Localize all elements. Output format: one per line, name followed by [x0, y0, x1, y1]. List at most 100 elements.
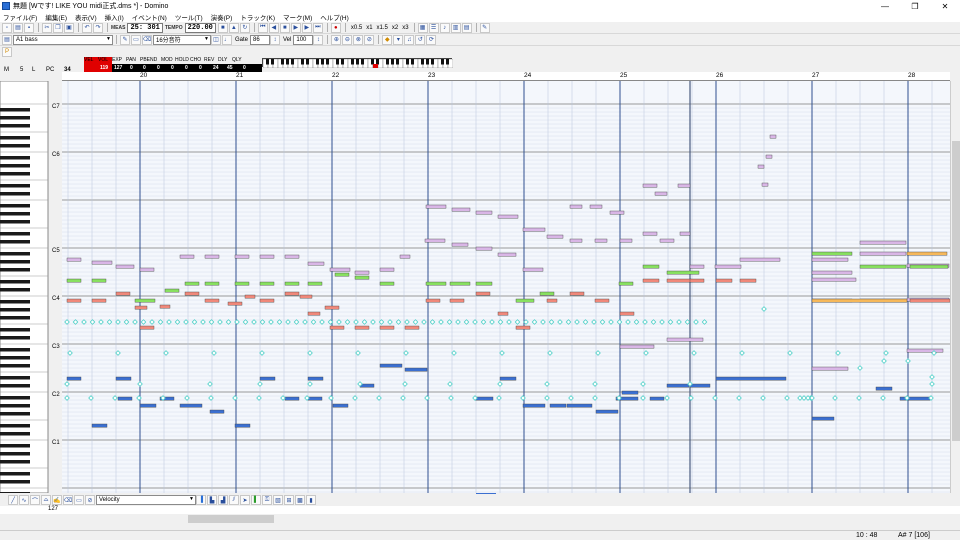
bass-note[interactable]: [689, 383, 711, 388]
new-file-icon[interactable]: ▫: [2, 22, 12, 33]
undo-icon[interactable]: ↶: [82, 22, 92, 33]
black-key[interactable]: [0, 240, 30, 244]
chord-note[interactable]: [91, 260, 113, 265]
chord-note[interactable]: [451, 242, 469, 247]
green-note[interactable]: [642, 264, 660, 269]
chord-note[interactable]: [769, 134, 777, 139]
chord-note[interactable]: [569, 238, 583, 243]
green-note[interactable]: [204, 281, 220, 286]
black-key[interactable]: [0, 308, 30, 312]
mini-black-key[interactable]: [341, 59, 344, 65]
chord-note[interactable]: [115, 264, 135, 269]
paste-icon[interactable]: ▣: [64, 22, 74, 33]
image-icon[interactable]: ▧: [273, 495, 283, 505]
m-value[interactable]: 5: [20, 67, 23, 73]
zoom-x1-button[interactable]: x1: [366, 25, 372, 31]
bass-note[interactable]: [715, 376, 787, 381]
property-icon[interactable]: P: [2, 46, 12, 57]
mini-black-key[interactable]: [386, 59, 389, 65]
chord-note[interactable]: [259, 254, 275, 259]
chord-note[interactable]: [497, 214, 519, 219]
bass-note[interactable]: [209, 409, 225, 414]
mini-black-key[interactable]: [371, 59, 374, 65]
green-note[interactable]: [134, 298, 156, 303]
chord-note[interactable]: [811, 366, 849, 371]
red-note[interactable]: [329, 325, 345, 330]
chord-note[interactable]: [757, 164, 765, 169]
sync-icon[interactable]: ⟳: [426, 34, 437, 45]
chord-note[interactable]: [619, 238, 633, 243]
chord-note[interactable]: [859, 240, 907, 245]
grid-icon[interactable]: ▩: [295, 495, 305, 505]
solo-icon[interactable]: ↺: [415, 34, 426, 45]
menu-tools[interactable]: ツール(T): [175, 12, 203, 22]
black-key[interactable]: [0, 432, 30, 436]
red-note[interactable]: [244, 294, 256, 299]
menu-play[interactable]: 演奏(P): [211, 12, 233, 22]
chord-note[interactable]: [139, 267, 155, 272]
red-note[interactable]: [184, 291, 200, 296]
red-note[interactable]: [642, 278, 660, 283]
chord-note[interactable]: [714, 264, 742, 269]
red-note[interactable]: [715, 278, 733, 283]
bass-note[interactable]: [522, 403, 546, 408]
green-note[interactable]: [425, 281, 447, 286]
black-key[interactable]: [0, 172, 30, 176]
black-key[interactable]: [0, 404, 30, 408]
chord-note[interactable]: [659, 238, 675, 243]
rewind-start-icon[interactable]: ⏮: [257, 22, 268, 33]
velocity-bar-icon[interactable]: ▐: [196, 495, 206, 505]
controller-select[interactable]: Velocity ▼: [96, 495, 196, 505]
bass-note[interactable]: [179, 403, 203, 408]
zoom-out-icon[interactable]: ⊖: [342, 34, 353, 45]
piano-roll-canvas[interactable]: C7 C6 C5 C4 C3 C2 C1: [0, 81, 950, 493]
green-note[interactable]: [307, 281, 323, 286]
green-note[interactable]: [284, 281, 300, 286]
chord-note[interactable]: [307, 261, 325, 266]
chord-note[interactable]: [66, 257, 82, 262]
horizontal-scroll-thumb[interactable]: [188, 515, 274, 523]
zoom-x0-5-button[interactable]: x0.5: [351, 25, 362, 31]
red-note[interactable]: [594, 298, 610, 303]
black-key[interactable]: [0, 260, 30, 264]
green-note[interactable]: [618, 281, 634, 286]
red-note[interactable]: [475, 291, 491, 296]
chord-note[interactable]: [765, 154, 773, 159]
stop-icon[interactable]: ■: [279, 22, 290, 33]
red-note[interactable]: [91, 298, 107, 303]
score-view-icon[interactable]: ♪: [439, 22, 450, 33]
chord-note[interactable]: [329, 267, 351, 272]
mini-black-key[interactable]: [421, 59, 424, 65]
chord-note[interactable]: [399, 254, 411, 259]
black-key[interactable]: [0, 384, 30, 388]
chord-note[interactable]: [424, 238, 446, 243]
bass-note[interactable]: [259, 376, 276, 381]
black-key[interactable]: [0, 288, 30, 292]
velocity-ramp-icon[interactable]: ⫽: [229, 495, 239, 505]
bass-note[interactable]: [649, 396, 665, 401]
green-note[interactable]: [449, 281, 471, 286]
bass-note[interactable]: [234, 423, 251, 428]
bass-note[interactable]: [499, 376, 517, 381]
red-note[interactable]: [449, 298, 465, 303]
green-note[interactable]: [515, 298, 535, 303]
red-note[interactable]: [425, 298, 441, 303]
mini-black-key[interactable]: [321, 59, 324, 65]
mini-black-key[interactable]: [316, 59, 319, 65]
zoom-reset-icon[interactable]: ⊘: [364, 34, 375, 45]
triplet-icon[interactable]: ♩: [222, 34, 232, 45]
green-note[interactable]: [539, 291, 555, 296]
black-key[interactable]: [0, 184, 30, 188]
chord-note[interactable]: [354, 270, 370, 275]
mini-black-key[interactable]: [441, 59, 444, 65]
marker-icon[interactable]: ▌: [251, 495, 261, 505]
red-note[interactable]: [569, 291, 585, 296]
chord-note[interactable]: [811, 257, 849, 262]
piano-roll[interactable]: C7 C6 C5 C4 C3 C2 C1: [0, 81, 960, 493]
bass-note[interactable]: [117, 396, 133, 401]
mini-black-key[interactable]: [271, 59, 274, 65]
orange-note[interactable]: [811, 298, 908, 303]
red-note[interactable]: [404, 325, 420, 330]
bass-note[interactable]: [139, 403, 157, 408]
black-key[interactable]: [0, 192, 30, 196]
